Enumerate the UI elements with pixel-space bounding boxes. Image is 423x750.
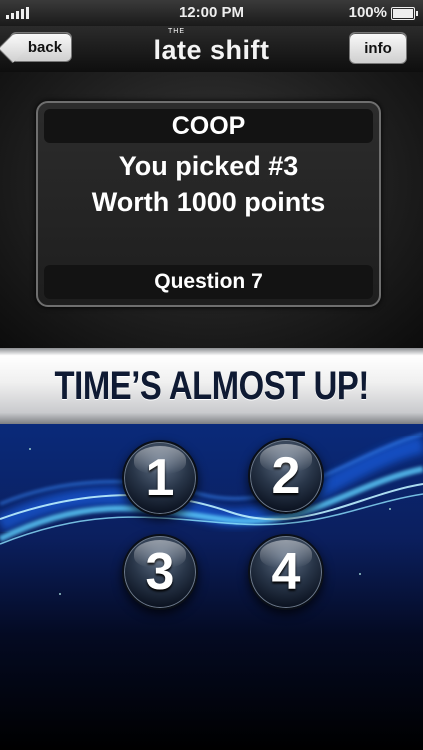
time-warning-text: TIME’S ALMOST UP! <box>54 363 369 408</box>
light-wave-background <box>0 424 423 750</box>
answer-1-label: 1 <box>145 449 175 507</box>
question-number: Question 7 <box>44 265 373 299</box>
info-button-label: info <box>364 39 392 57</box>
answer-button-1[interactable]: 1 <box>122 440 198 516</box>
answer-3-label: 3 <box>145 543 175 601</box>
answer-4-label: 4 <box>271 543 301 601</box>
answer-button-3[interactable]: 3 <box>122 534 198 610</box>
time-warning-banner: TIME’S ALMOST UP! <box>0 348 423 424</box>
battery-icon <box>391 7 418 20</box>
player-name: COOP <box>44 109 373 143</box>
points-text: Worth 1000 points <box>91 187 326 217</box>
pick-summary-area: COOP You picked #3 Worth 1000 points Que… <box>0 72 423 348</box>
answer-2-label: 2 <box>271 447 301 505</box>
battery-percentage: 100% <box>348 4 387 21</box>
status-bar: 12:00 PM 100% <box>0 0 423 26</box>
info-button[interactable]: info <box>349 32 407 64</box>
navigation-bar: back THE late shift info <box>0 26 423 73</box>
answer-button-2[interactable]: 2 <box>248 438 324 514</box>
answer-button-4[interactable]: 4 <box>248 534 324 610</box>
pick-card: COOP You picked #3 Worth 1000 points Que… <box>36 101 381 307</box>
pick-text: You picked #3 <box>118 151 299 181</box>
answer-area: 1 2 3 4 <box>0 424 423 750</box>
